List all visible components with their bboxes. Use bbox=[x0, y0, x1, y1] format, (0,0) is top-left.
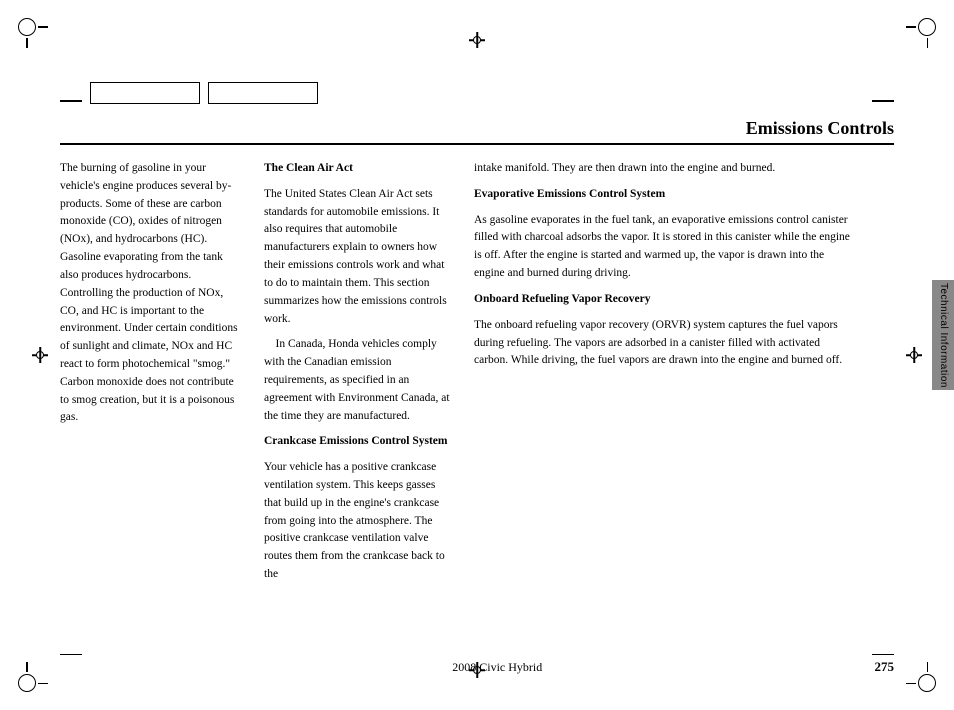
column-middle: The Clean Air Act The United States Clea… bbox=[260, 160, 470, 630]
section4-body: The onboard refueling vapor recovery (OR… bbox=[474, 317, 854, 370]
section1-canada: In Canada, Honda vehicles comply with th… bbox=[264, 336, 454, 425]
crosshair-top bbox=[469, 32, 485, 48]
section4-heading: Onboard Refueling Vapor Recovery bbox=[474, 291, 854, 309]
corner-mark-br bbox=[908, 664, 936, 692]
corner-mark-tr bbox=[908, 18, 936, 46]
page-number: 275 bbox=[875, 659, 895, 675]
page: Emissions Controls The burning of gasoli… bbox=[0, 0, 954, 710]
sidebar-tab-label: Technical Information bbox=[932, 280, 954, 390]
footer: 2008 Civic Hybrid 275 bbox=[60, 659, 894, 675]
page-title-area: Emissions Controls bbox=[60, 118, 894, 145]
left-body-text: The burning of gasoline in your vehicle'… bbox=[60, 160, 244, 427]
tab-box-2[interactable] bbox=[208, 82, 318, 104]
tab-box-1[interactable] bbox=[90, 82, 200, 104]
corner-mark-tl bbox=[18, 18, 46, 46]
edge-mark-right-bottom bbox=[872, 654, 894, 656]
tab-boxes bbox=[90, 82, 318, 104]
crosshair-left bbox=[32, 347, 48, 363]
section2-continued: intake manifold. They are then drawn int… bbox=[474, 160, 854, 178]
column-left: The burning of gasoline in your vehicle'… bbox=[60, 160, 260, 630]
edge-mark-left-bottom bbox=[60, 654, 82, 656]
main-content: The burning of gasoline in your vehicle'… bbox=[60, 160, 894, 630]
title-rule bbox=[60, 143, 894, 145]
section3-heading: Evaporative Emissions Control System bbox=[474, 186, 854, 204]
crosshair-right bbox=[906, 347, 922, 363]
section2-body: Your vehicle has a positive crankcase ve… bbox=[264, 459, 454, 584]
edge-mark-left-top bbox=[60, 100, 82, 102]
column-right: intake manifold. They are then drawn int… bbox=[470, 160, 894, 630]
section1-heading: The Clean Air Act bbox=[264, 160, 454, 178]
page-title: Emissions Controls bbox=[60, 118, 894, 139]
section3-body: As gasoline evaporates in the fuel tank,… bbox=[474, 212, 854, 283]
footer-title: 2008 Civic Hybrid bbox=[120, 660, 875, 675]
edge-mark-right-top bbox=[872, 100, 894, 102]
section1-body: The United States Clean Air Act sets sta… bbox=[264, 186, 454, 329]
section2-heading: Crankcase Emissions Control System bbox=[264, 433, 454, 451]
corner-mark-bl bbox=[18, 664, 46, 692]
